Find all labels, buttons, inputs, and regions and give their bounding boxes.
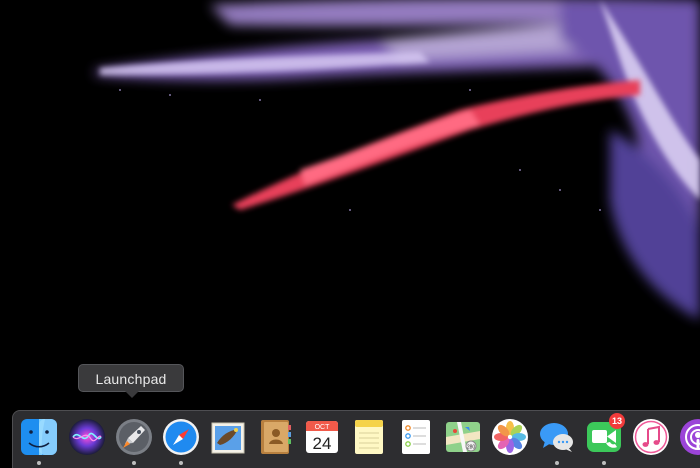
dock-item-launchpad[interactable] (114, 417, 154, 465)
dock-item-itunes[interactable] (631, 417, 671, 461)
dock-item-safari[interactable] (161, 417, 201, 465)
running-indicator (132, 461, 136, 465)
photos-icon (492, 419, 528, 455)
dock: OCT 24 280 13 (12, 410, 700, 468)
running-indicator (179, 461, 183, 465)
contacts-icon (261, 420, 291, 454)
dock-item-facetime[interactable]: 13 (584, 413, 625, 465)
dock-item-notes[interactable] (349, 417, 389, 461)
dock-item-calendar[interactable]: OCT 24 (302, 417, 342, 461)
podcasts-icon (680, 419, 700, 455)
notification-badge: 13 (609, 413, 625, 429)
svg-text:280: 280 (467, 445, 476, 451)
calendar-day: 24 (313, 434, 332, 453)
dock-item-podcasts[interactable] (678, 417, 700, 461)
dock-item-messages[interactable] (537, 417, 577, 465)
dock-item-reminders[interactable] (396, 417, 436, 461)
calendar-month: OCT (315, 424, 331, 431)
dock-tooltip-arrow (125, 391, 139, 398)
reminders-icon (402, 420, 430, 454)
mail-icon (211, 422, 245, 454)
notes-icon (355, 420, 383, 454)
dock-item-mail[interactable] (208, 417, 248, 461)
messages-icon (540, 423, 573, 452)
calendar-icon: OCT 24 (306, 421, 338, 453)
maps-icon: 280 (446, 422, 480, 452)
dock-item-finder[interactable] (19, 417, 59, 465)
itunes-icon (633, 419, 669, 455)
dock-tooltip-label: Launchpad (95, 371, 167, 387)
finder-icon (21, 419, 57, 455)
dock-item-photos[interactable] (490, 417, 530, 461)
safari-icon (163, 419, 199, 455)
dock-item-maps[interactable]: 280 (443, 417, 483, 461)
running-indicator (37, 461, 41, 465)
siri-icon (69, 419, 105, 455)
dock-tooltip: Launchpad (78, 364, 184, 392)
launchpad-icon (116, 419, 152, 455)
desktop-wallpaper (0, 0, 700, 467)
dock-item-siri[interactable] (67, 417, 107, 461)
dock-item-contacts[interactable] (255, 417, 295, 461)
running-indicator (602, 461, 606, 465)
running-indicator (555, 461, 559, 465)
